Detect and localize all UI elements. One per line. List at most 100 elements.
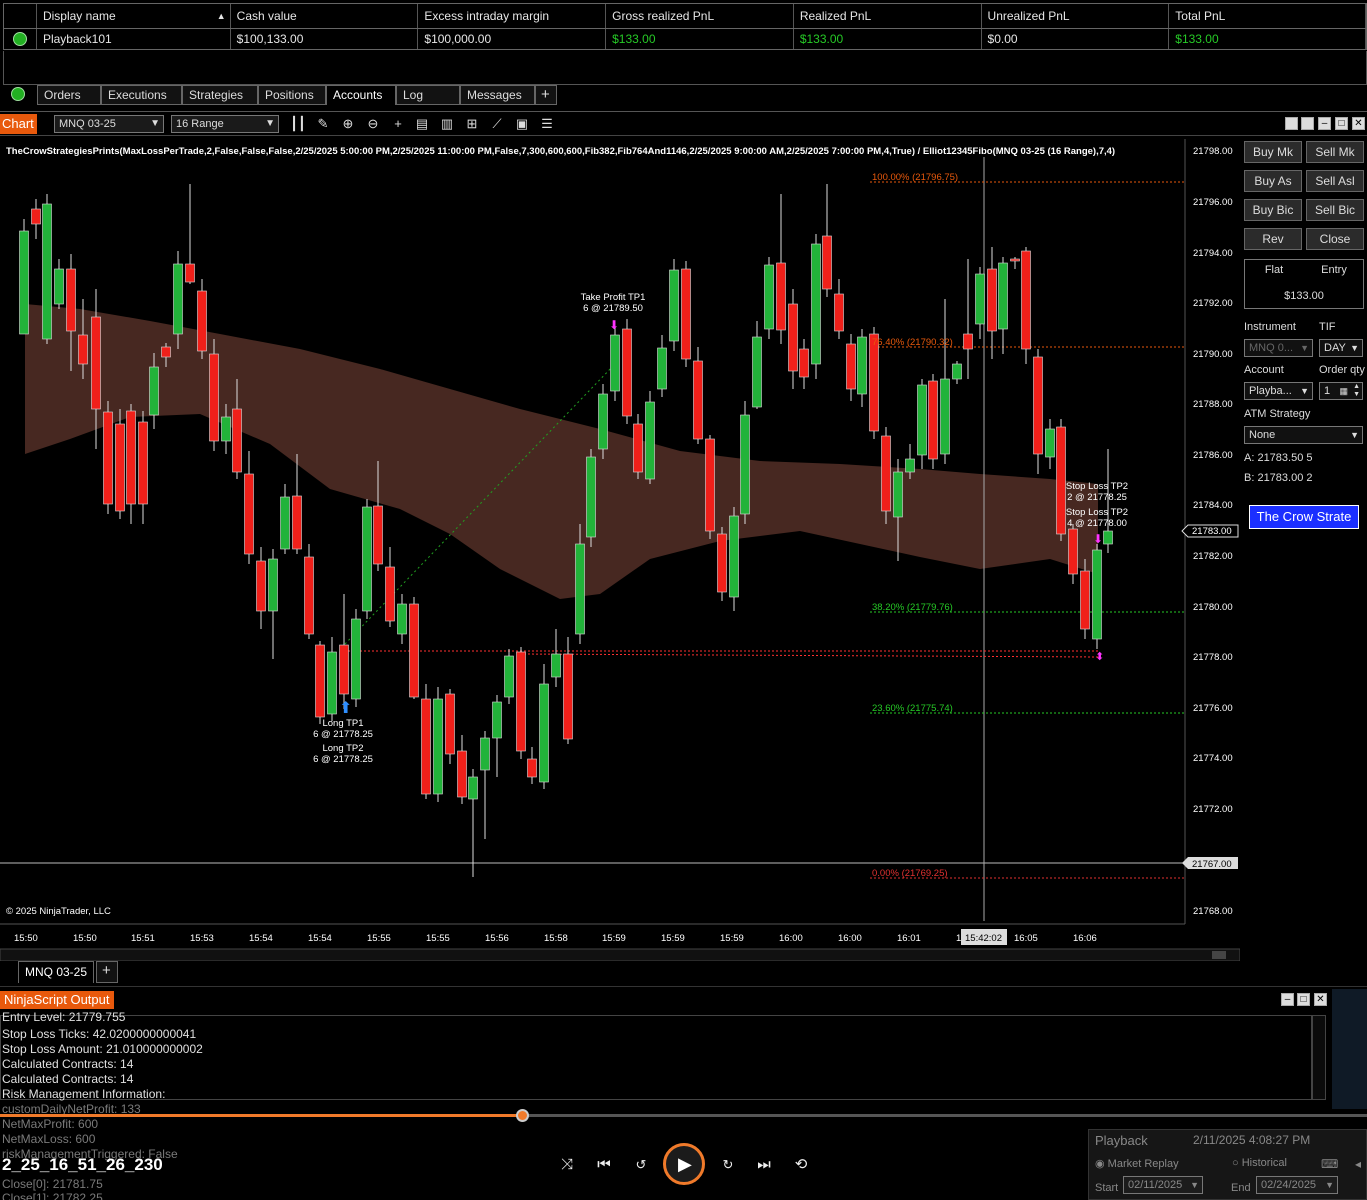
buy-ask-button[interactable]: Buy As [1244,170,1302,192]
crow-strategy-button[interactable]: The Crow Strate [1249,505,1359,529]
sell-ask-button[interactable]: Sell Asl [1306,170,1364,192]
buy-bid-button[interactable]: Buy Bic [1244,199,1302,221]
tab-executions[interactable]: Executions [101,85,182,105]
properties-icon[interactable]: ▤ [413,115,431,133]
sell-market-button[interactable]: Sell Mk [1306,141,1364,163]
minimize-icon[interactable]: – [1281,993,1294,1006]
header-label: Display name [42,9,116,23]
header-excess-margin[interactable]: Excess intraday margin [418,4,607,28]
chart-scrollbar[interactable] [0,948,1240,961]
candle-body [19,230,29,335]
candle-body [1056,426,1066,535]
window-button[interactable] [1285,117,1298,130]
candle-body [928,380,938,460]
maximize-icon[interactable]: □ [1335,117,1348,130]
playback-panel: Playback 2/11/2025 4:08:27 PM ◉ Market R… [1088,1129,1367,1200]
minimize-icon[interactable]: – [1318,117,1331,130]
time-axis[interactable]: 15:50 15:50 15:51 15:53 15:54 15:54 15:5… [14,933,1097,944]
header-display-name[interactable]: Display name ▲ [37,4,231,28]
account-value: Playba... [1249,385,1292,397]
market-replay-radio[interactable]: ◉ Market Replay [1095,1157,1179,1170]
tab-accounts[interactable]: Accounts [326,85,396,105]
close-icon[interactable]: ✕ [1314,993,1327,1006]
templates-icon[interactable]: ▣ [513,115,531,133]
candle-body [66,268,76,332]
zoom-out-icon[interactable]: ⊖ [364,115,382,133]
tif-select[interactable]: DAY ▼ [1319,339,1363,357]
order-qty-stepper[interactable]: 1 ▦ ▲ ▼ [1319,382,1363,400]
atm-strategy-select[interactable]: None ▼ [1244,426,1363,444]
account-select[interactable]: Playba... ▼ [1244,382,1313,400]
start-date-select[interactable]: 02/11/2025 ▼ [1123,1176,1203,1194]
interval-select[interactable]: 16 Range ▼ [171,115,279,133]
pencil-icon[interactable]: ✎ [314,115,332,133]
connection-status-icon [4,29,37,49]
tab-log[interactable]: Log [396,85,460,105]
close-button[interactable]: Close [1306,228,1364,250]
tab-strategies[interactable]: Strategies [182,85,258,105]
chart-tab-mnq[interactable]: MNQ 03-25 [18,961,94,983]
scrollbar-thumb[interactable] [1212,951,1226,959]
close-icon[interactable]: ✕ [1352,117,1365,130]
candle-body [975,273,985,325]
historical-radio[interactable]: ○ Historical [1232,1157,1287,1169]
instrument-select[interactable]: MNQ 03-25 ▼ [54,115,164,133]
video-progress-bar[interactable] [0,1109,1367,1122]
time-tick: 16:06 [1073,933,1097,944]
list-icon[interactable]: ☰ [538,115,556,133]
tab-positions[interactable]: Positions [258,85,326,105]
rewind-10-icon[interactable]: ↺ [630,1154,652,1176]
price-chart[interactable]: ⬆ ⬇ ⬇ ⬍ Take Profit TP1 6 @ 21789.50 Lon… [0,139,1240,961]
candle-body [881,435,891,512]
indicators-icon[interactable]: ⊞ [463,115,481,133]
tab-messages[interactable]: Messages [460,85,535,105]
end-date-select[interactable]: 02/24/2025 ▼ [1256,1176,1338,1194]
instrument-label: Instrument [1244,321,1296,333]
bars-icon[interactable]: ┃┃ [289,115,307,133]
sort-up-icon: ▲ [216,11,226,21]
candle-body [504,655,514,698]
header-cash-value[interactable]: Cash value [231,4,419,28]
repeat-off-icon[interactable]: ⟲ [790,1154,812,1176]
tab-orders[interactable]: Orders [37,85,101,105]
previous-icon[interactable]: ⏮ [593,1154,615,1176]
price-tick: 21776.00 [1193,703,1233,714]
output-text-area[interactable] [0,1015,1312,1100]
shuffle-icon[interactable]: ⤨ [556,1154,578,1176]
window-button[interactable] [1301,117,1314,130]
header-realized[interactable]: Realized PnL [794,4,982,28]
stepper-icon[interactable]: ▲ ▼ [1353,383,1360,399]
chart-canvas[interactable]: ⬆ ⬇ ⬇ ⬍ Take Profit TP1 6 @ 21789.50 Lon… [0,139,1240,961]
maximize-icon[interactable]: □ [1297,993,1310,1006]
account-row[interactable]: Playback101 $100,133.00 $100,000.00 $133… [3,28,1367,50]
candle-body [397,603,407,635]
volume-icon[interactable]: ◂ [1355,1157,1361,1171]
instrument-select[interactable]: MNQ 0... ▼ [1244,339,1313,357]
header-unrealized[interactable]: Unrealized PnL [982,4,1170,28]
zoom-in-icon[interactable]: ⊕ [339,115,357,133]
output-scrollbar[interactable] [1312,1015,1326,1100]
candle-body [445,693,455,755]
crosshair-icon[interactable]: + [389,115,407,133]
candle-body [339,644,349,695]
candle-body [917,384,927,456]
next-icon[interactable]: ⏭ [753,1154,775,1176]
reverse-button[interactable]: Rev [1244,228,1302,250]
strategies-icon[interactable]: ⟋ [488,115,506,133]
sell-bid-button[interactable]: Sell Bic [1306,199,1364,221]
add-chart-tab-button[interactable]: + [96,961,118,983]
header-gross-realized[interactable]: Gross realized PnL [606,4,794,28]
candle-body [1045,428,1055,458]
play-button[interactable]: ▶ [663,1143,705,1185]
keyboard-icon[interactable]: ⌨ [1321,1157,1338,1171]
data-box-icon[interactable]: ▥ [438,115,456,133]
header-total[interactable]: Total PnL [1169,4,1366,28]
candle-body [563,653,573,740]
candle-body [480,737,490,771]
candle-body [421,698,431,795]
add-tab-button[interactable]: + [535,85,557,105]
control-center-tabs: Orders Executions Strategies Positions A… [0,84,1367,106]
buy-market-button[interactable]: Buy Mk [1244,141,1302,163]
forward-30-icon[interactable]: ↻ [717,1154,739,1176]
stop-loss-1-value: 2 @ 21778.25 [1067,492,1127,503]
